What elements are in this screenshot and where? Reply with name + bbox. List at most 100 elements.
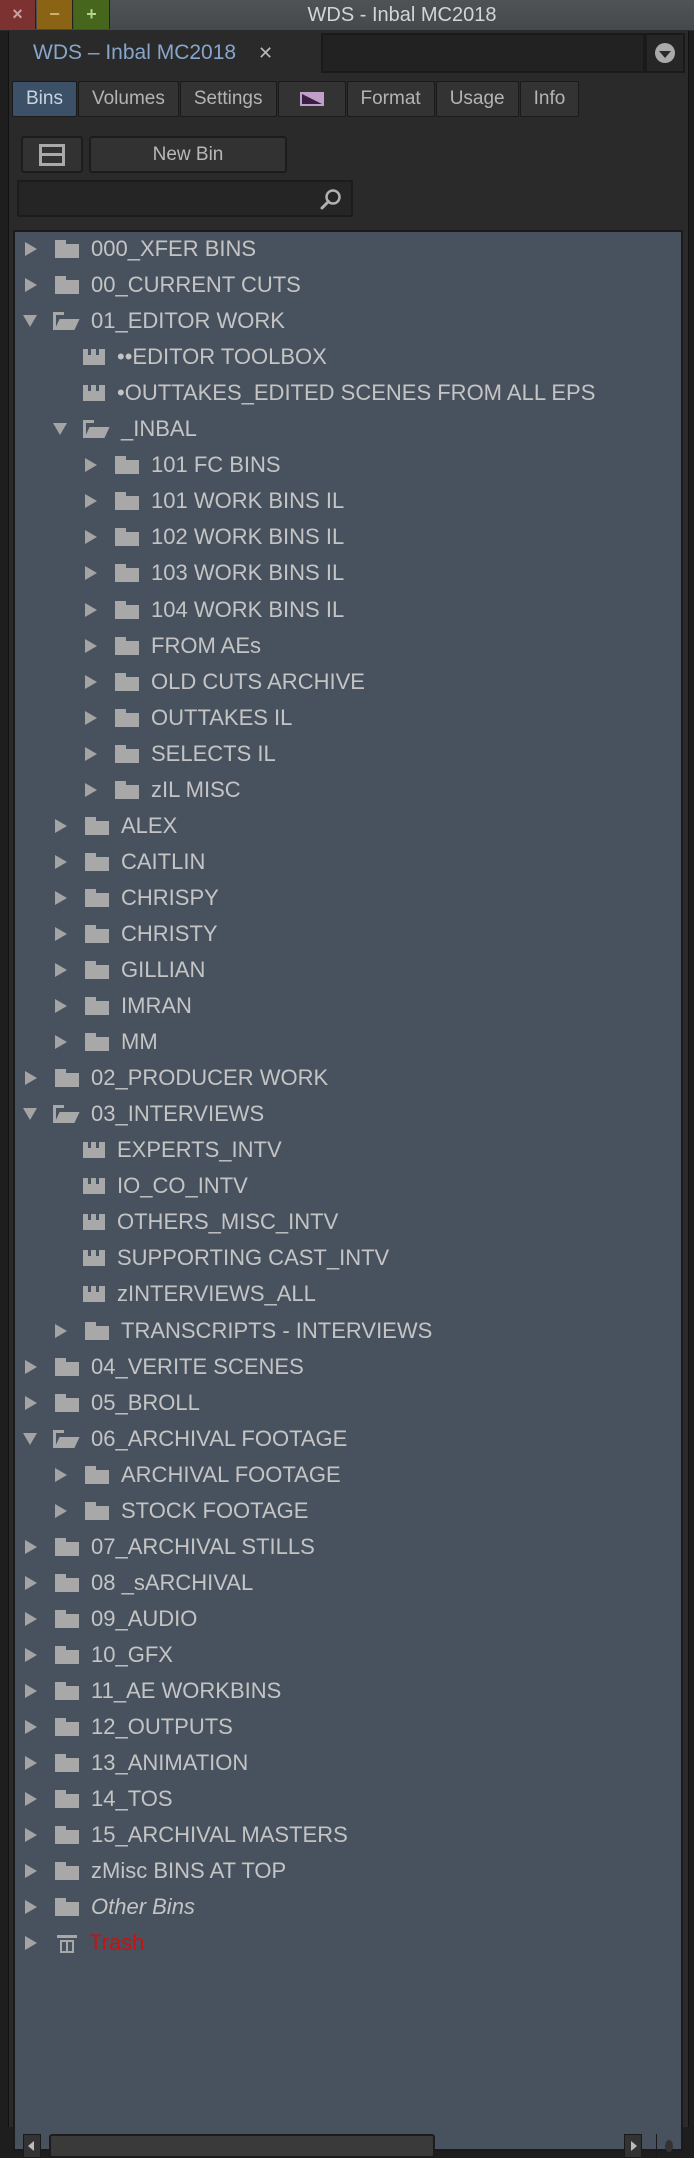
disclosure-right-icon[interactable] bbox=[85, 674, 97, 689]
folder-item[interactable]: IMRAN bbox=[53, 988, 192, 1024]
bin-item[interactable]: •OUTTAKES_EDITED SCENES FROM ALL EPS bbox=[83, 375, 595, 411]
folder-item[interactable]: 104 WORK BINS IL bbox=[83, 592, 344, 628]
disclosure-right-icon[interactable] bbox=[85, 494, 97, 509]
tab-color-swatch[interactable] bbox=[277, 81, 346, 117]
folder-item[interactable]: 102 WORK BINS IL bbox=[83, 519, 344, 555]
folder-item[interactable]: TRANSCRIPTS - INTERVIEWS bbox=[53, 1313, 432, 1349]
disclosure-right-icon[interactable] bbox=[25, 1828, 37, 1843]
disclosure-right-icon[interactable] bbox=[55, 854, 67, 869]
folder-item[interactable]: 02_PRODUCER WORK bbox=[23, 1060, 328, 1096]
folder-item[interactable]: OUTTAKES IL bbox=[83, 700, 292, 736]
folder-item[interactable]: 01_EDITOR WORK bbox=[23, 303, 285, 339]
scroll-right-button[interactable] bbox=[624, 2134, 642, 2158]
folder-item[interactable]: MM bbox=[53, 1024, 158, 1060]
window-minimize-button[interactable]: − bbox=[37, 0, 73, 29]
folder-item[interactable]: 06_ARCHIVAL FOOTAGE bbox=[23, 1421, 347, 1457]
disclosure-right-icon[interactable] bbox=[85, 782, 97, 797]
search-icon[interactable] bbox=[319, 188, 343, 212]
disclosure-right-icon[interactable] bbox=[85, 746, 97, 761]
disclosure-right-icon[interactable] bbox=[25, 1900, 37, 1915]
folder-item[interactable]: _INBAL bbox=[53, 411, 197, 447]
scrollbar-thumb[interactable] bbox=[49, 2134, 435, 2158]
disclosure-right-icon[interactable] bbox=[55, 963, 67, 977]
disclosure-right-icon[interactable] bbox=[85, 566, 97, 581]
disclosure-right-icon[interactable] bbox=[85, 710, 97, 725]
disclosure-right-icon[interactable] bbox=[25, 1647, 37, 1662]
folder-item[interactable]: 08 _sARCHIVAL bbox=[23, 1565, 253, 1601]
bin-search-input[interactable] bbox=[17, 180, 353, 217]
disclosure-down-icon[interactable] bbox=[23, 1108, 37, 1121]
bin-layout-button[interactable] bbox=[21, 136, 83, 173]
folder-item[interactable]: STOCK FOOTAGE bbox=[53, 1493, 308, 1529]
tab-usage[interactable]: Usage bbox=[435, 81, 519, 117]
folder-item[interactable]: 07_ARCHIVAL STILLS bbox=[23, 1529, 315, 1565]
tab-format[interactable]: Format bbox=[346, 81, 435, 117]
disclosure-right-icon[interactable] bbox=[55, 1467, 67, 1482]
folder-item[interactable]: CHRISPY bbox=[53, 880, 219, 916]
disclosure-right-icon[interactable] bbox=[55, 1503, 67, 1518]
bin-item[interactable]: OTHERS_MISC_INTV bbox=[83, 1204, 338, 1240]
panel-menu-button[interactable] bbox=[645, 33, 685, 73]
bin-item[interactable]: SUPPORTING CAST_INTV bbox=[83, 1240, 389, 1276]
bin-item[interactable]: EXPERTS_INTV bbox=[83, 1132, 282, 1168]
disclosure-right-icon[interactable] bbox=[55, 926, 67, 941]
folder-item[interactable]: zIL MISC bbox=[83, 772, 241, 808]
disclosure-right-icon[interactable] bbox=[85, 530, 97, 545]
disclosure-right-icon[interactable] bbox=[55, 818, 67, 833]
folder-item[interactable]: 14_TOS bbox=[23, 1781, 173, 1817]
bin-item[interactable]: ••EDITOR TOOLBOX bbox=[83, 339, 327, 375]
disclosure-down-icon[interactable] bbox=[23, 315, 37, 328]
disclosure-right-icon[interactable] bbox=[25, 1792, 37, 1807]
folder-item[interactable]: 101 WORK BINS IL bbox=[83, 483, 344, 519]
folder-item[interactable]: FROM AEs bbox=[83, 628, 261, 664]
folder-item[interactable]: 09_AUDIO bbox=[23, 1601, 197, 1637]
disclosure-right-icon[interactable] bbox=[55, 1323, 67, 1338]
disclosure-right-icon[interactable] bbox=[25, 1539, 37, 1554]
tab-bar-field[interactable] bbox=[321, 33, 645, 73]
tab-settings[interactable]: Settings bbox=[179, 81, 277, 117]
disclosure-right-icon[interactable] bbox=[85, 602, 97, 617]
disclosure-right-icon[interactable] bbox=[25, 242, 37, 256]
folder-item[interactable]: SELECTS IL bbox=[83, 736, 276, 772]
disclosure-right-icon[interactable] bbox=[25, 1684, 37, 1698]
folder-item[interactable]: 101 FC BINS bbox=[83, 447, 281, 483]
horizontal-scrollbar[interactable] bbox=[13, 2126, 683, 2158]
window-close-button[interactable]: × bbox=[0, 0, 36, 29]
bin-item[interactable]: zINTERVIEWS_ALL bbox=[83, 1276, 316, 1312]
disclosure-right-icon[interactable] bbox=[55, 999, 67, 1014]
disclosure-right-icon[interactable] bbox=[25, 1071, 37, 1086]
disclosure-right-icon[interactable] bbox=[85, 458, 97, 473]
folder-item[interactable]: ALEX bbox=[53, 808, 177, 844]
disclosure-right-icon[interactable] bbox=[25, 1864, 37, 1879]
close-tab-icon[interactable]: ✕ bbox=[258, 43, 273, 63]
folder-item[interactable]: 103 WORK BINS IL bbox=[83, 555, 344, 591]
disclosure-down-icon[interactable] bbox=[53, 423, 67, 436]
project-tab[interactable]: WDS – Inbal MC2018 ✕ bbox=[13, 33, 273, 73]
tab-info[interactable]: Info bbox=[519, 81, 580, 117]
disclosure-right-icon[interactable] bbox=[25, 1395, 37, 1410]
folder-item[interactable]: Other Bins bbox=[23, 1889, 195, 1925]
folder-item[interactable]: CAITLIN bbox=[53, 844, 205, 880]
folder-item[interactable]: ARCHIVAL FOOTAGE bbox=[53, 1457, 341, 1493]
disclosure-right-icon[interactable] bbox=[25, 1756, 37, 1771]
window-maximize-button[interactable]: + bbox=[74, 0, 110, 29]
folder-item[interactable]: 000_XFER BINS bbox=[23, 232, 256, 267]
folder-item[interactable]: 00_CURRENT CUTS bbox=[23, 267, 301, 303]
disclosure-right-icon[interactable] bbox=[25, 1936, 37, 1951]
folder-item[interactable]: CHRISTY bbox=[53, 916, 218, 952]
resize-grip[interactable] bbox=[656, 2134, 681, 2158]
bin-item[interactable]: IO_CO_INTV bbox=[83, 1168, 248, 1204]
tab-bins[interactable]: Bins bbox=[12, 81, 77, 117]
folder-item[interactable]: 12_OUTPUTS bbox=[23, 1709, 233, 1745]
folder-item[interactable]: zMisc BINS AT TOP bbox=[23, 1853, 286, 1889]
trash-folder[interactable]: Trash bbox=[23, 1925, 144, 1961]
disclosure-right-icon[interactable] bbox=[25, 278, 37, 293]
new-bin-button[interactable]: New Bin bbox=[89, 136, 287, 173]
folder-item[interactable]: 04_VERITE SCENES bbox=[23, 1349, 304, 1385]
disclosure-right-icon[interactable] bbox=[25, 1720, 37, 1735]
folder-item[interactable]: GILLIAN bbox=[53, 952, 205, 988]
disclosure-right-icon[interactable] bbox=[25, 1611, 37, 1626]
folder-item[interactable]: 05_BROLL bbox=[23, 1385, 200, 1421]
tab-volumes[interactable]: Volumes bbox=[77, 81, 179, 117]
disclosure-right-icon[interactable] bbox=[25, 1575, 37, 1590]
